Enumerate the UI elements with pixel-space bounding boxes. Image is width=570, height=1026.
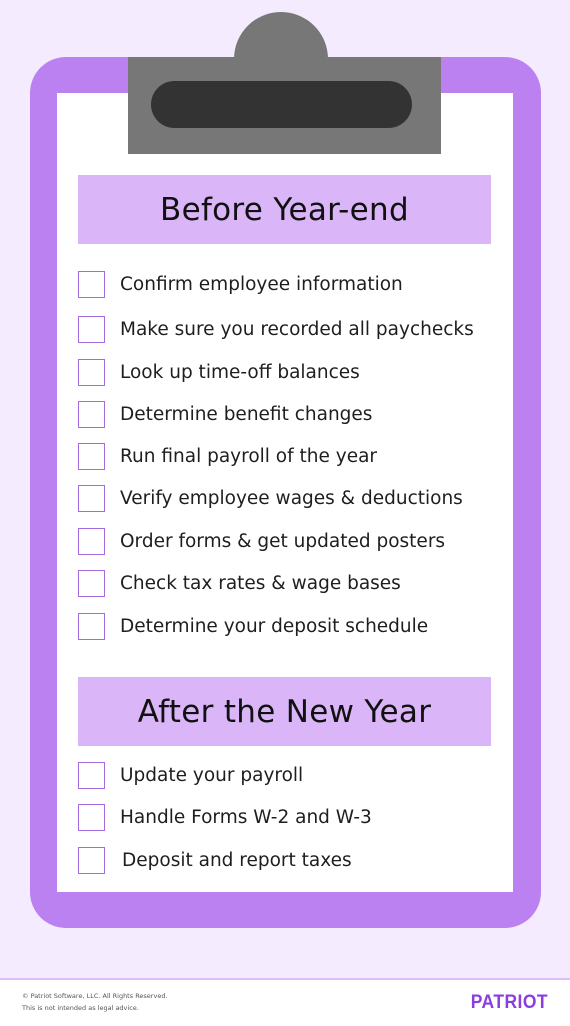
footer: © Patriot Software, LLC. All Rights Rese… — [0, 978, 570, 1026]
section-title: After the New Year — [137, 693, 432, 730]
checklist-item-label: Update your payroll — [120, 764, 304, 786]
checkbox[interactable] — [78, 846, 105, 874]
checkbox[interactable] — [78, 761, 105, 789]
clipboard-clip-slot — [151, 81, 412, 128]
checklist-item-label: Handle Forms W-2 and W-3 — [120, 806, 372, 828]
checkbox[interactable] — [78, 803, 105, 831]
checklist-item[interactable]: Check tax rates & wage bases — [78, 569, 401, 597]
copyright-text: © Patriot Software, LLC. All Rights Rese… — [22, 992, 168, 1000]
checklist-item-label: Run final payroll of the year — [120, 445, 378, 467]
checklist-item[interactable]: Determine your deposit schedule — [78, 612, 428, 640]
checklist-item-label: Order forms & get updated posters — [120, 530, 446, 552]
checkbox[interactable] — [78, 270, 105, 298]
checklist-item[interactable]: Order forms & get updated posters — [78, 527, 445, 555]
checkbox[interactable] — [78, 569, 105, 597]
checkbox[interactable] — [78, 315, 105, 343]
checklist-item-label: Verify employee wages & deductions — [120, 487, 463, 509]
checklist-item-label: Check tax rates & wage bases — [120, 572, 401, 594]
checklist-item-label: Confirm employee information — [120, 273, 403, 295]
checklist-item[interactable]: Confirm employee information — [78, 270, 403, 298]
checkbox[interactable] — [78, 358, 105, 386]
checkbox[interactable] — [78, 527, 105, 555]
patriot-logo: PATRIOT — [470, 992, 548, 1013]
checklist-item[interactable]: Make sure you recorded all paychecks — [78, 315, 474, 343]
disclaimer-text: This is not intended as legal advice. — [22, 1004, 139, 1012]
checklist-item-label: Determine benefit changes — [120, 403, 373, 425]
checkbox[interactable] — [78, 400, 105, 428]
section-title: Before Year-end — [160, 191, 409, 228]
checklist-item-label: Make sure you recorded all paychecks — [120, 318, 474, 340]
checklist-item[interactable]: Update your payroll — [78, 761, 303, 789]
checkbox[interactable] — [78, 612, 105, 640]
checkbox[interactable] — [78, 484, 105, 512]
checklist-item[interactable]: Handle Forms W-2 and W-3 — [78, 803, 372, 831]
section-header-after-new-year: After the New Year — [78, 677, 491, 746]
checklist-item[interactable]: Look up time-off balances — [78, 358, 360, 386]
checklist-item-label: Look up time-off balances — [120, 361, 360, 383]
section-header-before-year-end: Before Year-end — [78, 175, 491, 244]
checkbox[interactable] — [78, 442, 105, 470]
checklist-item[interactable]: Deposit and report taxes — [78, 846, 352, 874]
checklist-item[interactable]: Verify employee wages & deductions — [78, 484, 463, 512]
checklist-item-label: Deposit and report taxes — [122, 849, 352, 871]
checklist-item[interactable]: Run final payroll of the year — [78, 442, 377, 470]
checklist-item-label: Determine your deposit schedule — [120, 615, 429, 637]
checklist-item[interactable]: Determine benefit changes — [78, 400, 372, 428]
